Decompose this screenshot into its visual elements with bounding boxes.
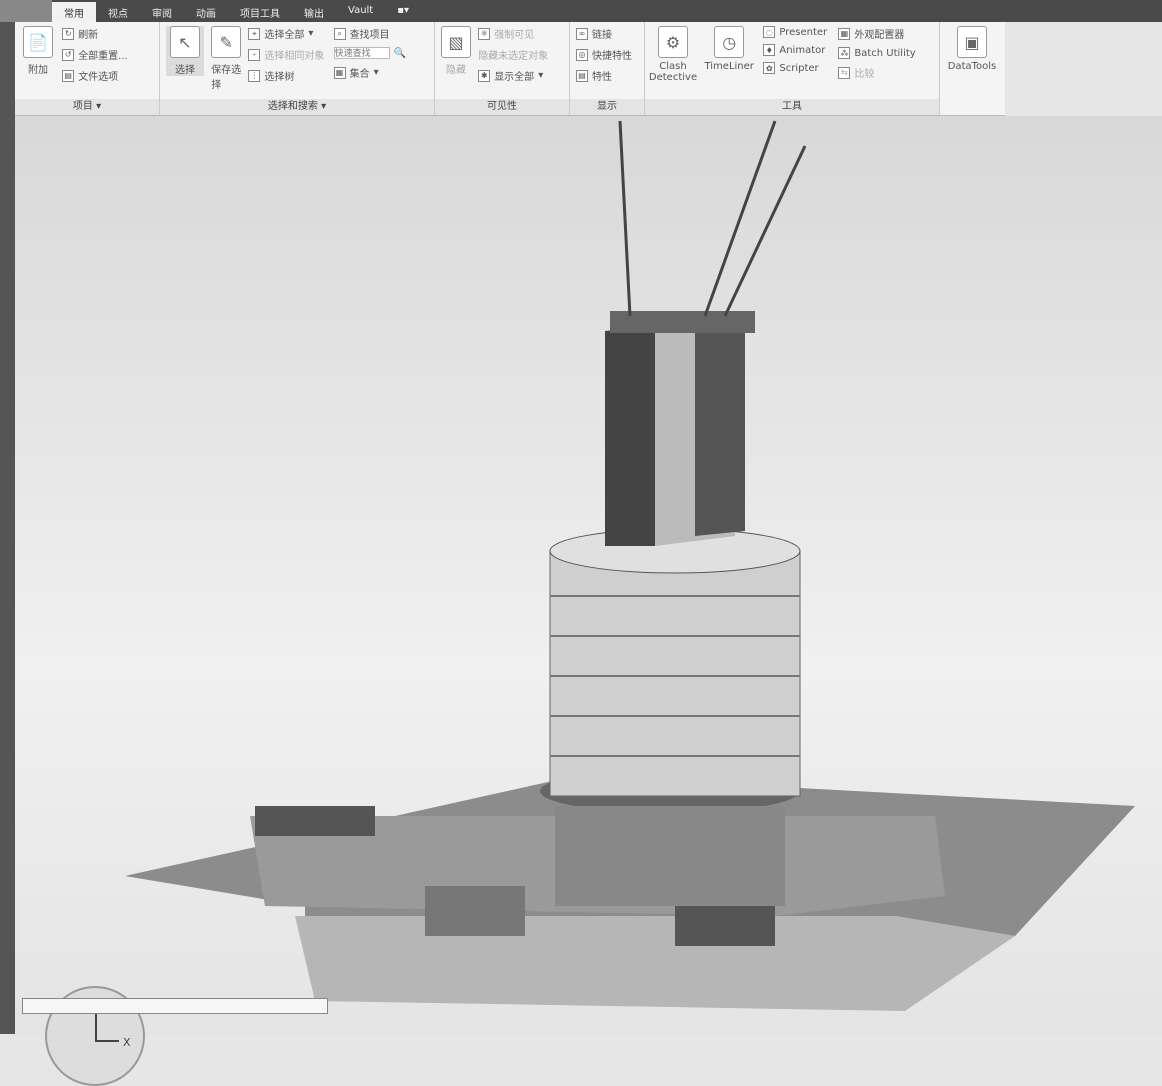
compare-button[interactable]: ⇆ 比较	[838, 65, 915, 80]
ribbon-tabs: 常用 视点 审阅 动画 项目工具 输出 Vault ▪▾	[0, 0, 1162, 22]
find-items-button[interactable]: ⌕ 查找项目	[333, 26, 406, 41]
tower-columns	[555, 806, 785, 906]
clash-icon: ⚙	[658, 26, 688, 58]
tab-vault[interactable]: Vault	[336, 2, 385, 22]
podium-wall	[255, 806, 375, 836]
reset-icon: ↺	[62, 48, 75, 61]
save-selection-button[interactable]: ✎ 保存选择	[211, 26, 242, 91]
panel-tools: ⚙ Clash Detective ◷ TimeLiner ◌ Presenter ♦…	[645, 22, 940, 115]
select-all-icon: ⌖	[248, 27, 261, 40]
selection-tree-button[interactable]: ⋮ 选择树	[248, 68, 324, 83]
tab-home[interactable]: 常用	[52, 2, 96, 22]
select-all-button[interactable]: ⌖ 选择全部 ▾	[248, 26, 324, 41]
quick-props-icon: ◎	[576, 48, 588, 61]
tab-item-tools[interactable]: 项目工具	[228, 2, 292, 22]
reset-all-button[interactable]: ↺ 全部重置...	[62, 47, 128, 62]
panel-display: ∞ 链接 ◎ 快捷特性 ▤ 特性 显示	[570, 22, 645, 115]
batch-utility-button[interactable]: ⁂ Batch Utility	[838, 47, 916, 59]
panel-title-visibility: 可见性	[435, 99, 569, 115]
scripter-icon: ✿	[763, 62, 776, 74]
progress-bar	[22, 998, 328, 1014]
building-model	[125, 120, 1135, 1011]
find-icon: ⌕	[333, 27, 346, 40]
hide-button[interactable]: ▧ 隐藏	[441, 26, 471, 76]
panel-title-tools: 工具	[645, 99, 939, 115]
animator-button[interactable]: ♦ Animator	[763, 44, 827, 56]
foundation	[295, 916, 1015, 1011]
panel-datatools: ▣ DataTools	[940, 22, 1005, 115]
timeliner-icon: ◷	[714, 26, 745, 58]
app-menu-button[interactable]	[0, 0, 52, 22]
refresh-icon: ↻	[62, 27, 75, 40]
select-same-button[interactable]: ⌖ 选择相同对象	[248, 47, 324, 62]
properties-button[interactable]: ▤ 特性	[576, 68, 632, 83]
core-top	[610, 311, 755, 333]
animator-icon: ♦	[763, 44, 776, 56]
require-icon: ✱	[478, 27, 491, 40]
tab-animation[interactable]: 动画	[184, 2, 228, 22]
select-button[interactable]: ↖ 选择	[166, 26, 204, 76]
presenter-icon: ◌	[763, 26, 776, 38]
sets-button[interactable]: ▦ 集合 ▾	[333, 65, 406, 80]
presenter-button[interactable]: ◌ Presenter	[763, 26, 827, 38]
tab-output[interactable]: 输出	[292, 2, 336, 22]
core-wall	[695, 328, 745, 536]
cursor-icon: ↖	[170, 26, 200, 58]
appearance-icon: ▦	[838, 27, 851, 40]
ribbon: 📄 附加 ↻ 刷新 ↺ 全部重置... ▤ 文件选项 项目 ▾ ↖ 选择 ✎ 保存选择 ⌖ 选…	[15, 22, 1005, 116]
core-wall	[605, 326, 655, 546]
quick-properties-button[interactable]: ◎ 快捷特性	[576, 47, 632, 62]
tab-viewpoint[interactable]: 视点	[96, 2, 140, 22]
panel-select-search: ↖选择 ✎保存选择 ⌖选择全部 ▾ ⌖选择相同对象 ⋮选择树 ⌕查找项目 🔍 ▦…	[160, 22, 435, 115]
quick-find: 🔍	[333, 47, 406, 59]
axis-x-label: X	[123, 1036, 131, 1049]
cranes	[618, 120, 807, 317]
panel-title-project[interactable]: 项目 ▾	[15, 99, 159, 115]
panel-title-display: 显示	[570, 99, 644, 115]
tab-review[interactable]: 审阅	[140, 2, 184, 22]
hide-icon: ▧	[441, 26, 471, 58]
links-button[interactable]: ∞ 链接	[576, 26, 632, 41]
axis-x-line	[95, 1040, 119, 1042]
tower-lower-section	[549, 550, 801, 797]
panel-title-select[interactable]: 选择和搜索 ▾	[160, 99, 434, 115]
sets-icon: ▦	[333, 66, 346, 79]
compare-icon: ⇆	[838, 66, 851, 79]
tab-more[interactable]: ▪▾	[385, 2, 421, 22]
link-icon: ∞	[576, 27, 588, 40]
podium-block	[425, 886, 525, 936]
unhide-icon: ✱	[478, 69, 491, 82]
file-options-button[interactable]: ▤ 文件选项	[62, 68, 128, 83]
panel-visibility: ▧ 隐藏 ✱ 强制可见 隐藏未选定对象 ✱ 显示全部 ▾ 可见性	[435, 22, 570, 115]
hide-unselected-button[interactable]: 隐藏未选定对象	[478, 47, 548, 62]
clash-detective-button[interactable]: ⚙ Clash Detective	[649, 26, 697, 83]
file-options-icon: ▤	[62, 69, 75, 82]
axis-z-line	[95, 1012, 97, 1040]
select-same-icon: ⌖	[248, 48, 261, 61]
append-button[interactable]: 📄 附加	[21, 26, 55, 76]
unhide-all-button[interactable]: ✱ 显示全部 ▾	[478, 68, 548, 83]
batch-icon: ⁂	[838, 47, 851, 59]
search-icon[interactable]: 🔍	[394, 48, 406, 59]
scripter-button[interactable]: ✿ Scripter	[763, 62, 827, 74]
appearance-profiler-button[interactable]: ▦ 外观配置器	[838, 26, 915, 41]
panel-project: 📄 附加 ↻ 刷新 ↺ 全部重置... ▤ 文件选项 项目 ▾	[15, 22, 160, 115]
tree-icon: ⋮	[248, 69, 261, 82]
left-edge	[0, 22, 15, 1034]
3d-viewport[interactable]: Z X	[15, 116, 1162, 1086]
properties-icon: ▤	[576, 69, 588, 82]
quick-find-input[interactable]	[333, 47, 390, 59]
append-icon: 📄	[23, 26, 53, 58]
datatools-button[interactable]: ▣ DataTools	[946, 26, 998, 72]
timeliner-button[interactable]: ◷ TimeLiner	[704, 26, 754, 72]
save-selection-icon: ✎	[211, 26, 242, 58]
require-button[interactable]: ✱ 强制可见	[478, 26, 548, 41]
datatools-icon: ▣	[957, 26, 987, 58]
refresh-button[interactable]: ↻ 刷新	[62, 26, 128, 41]
